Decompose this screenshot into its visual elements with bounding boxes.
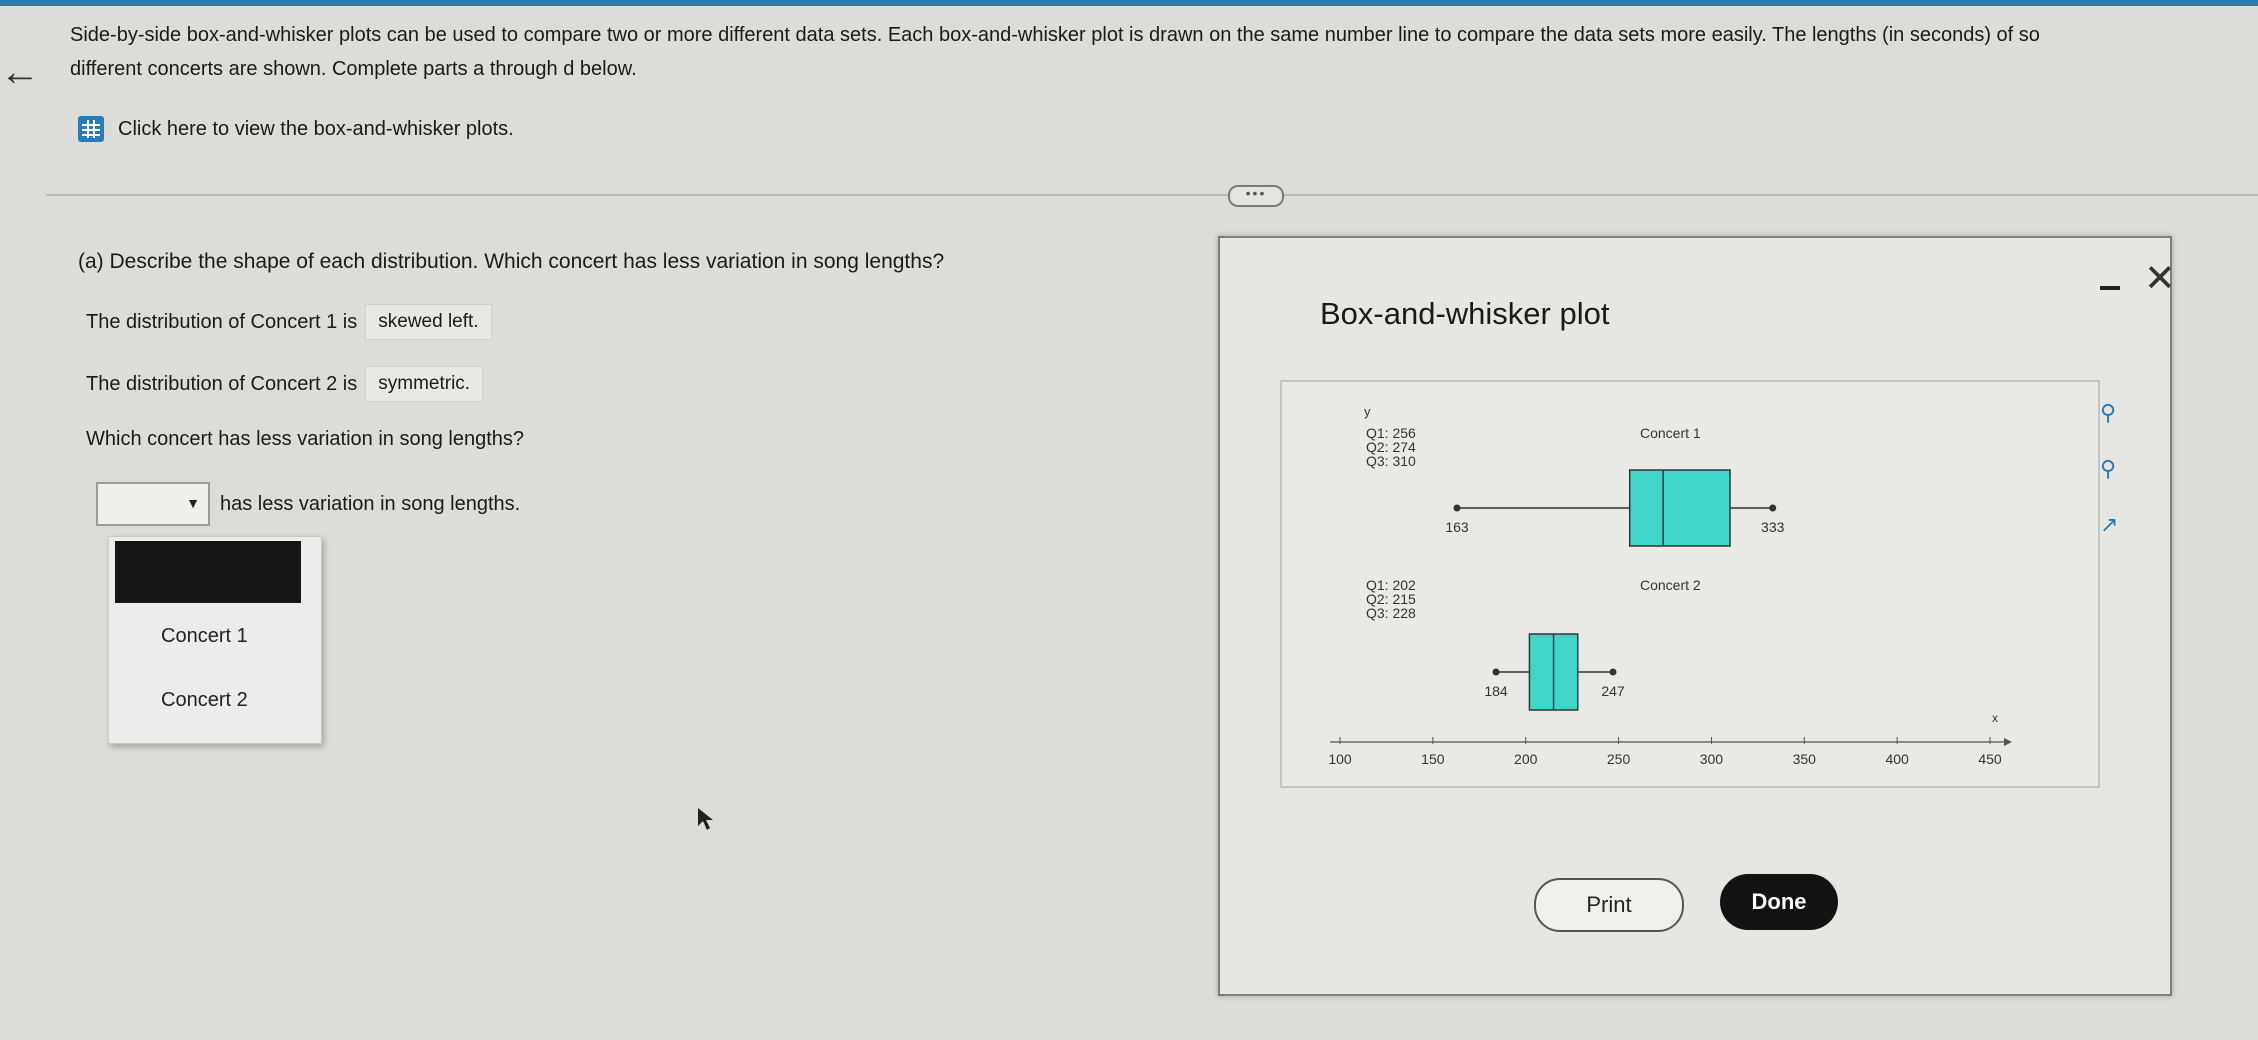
- series-name-label: Concert 1: [1640, 425, 1701, 441]
- y-axis-label: y: [1364, 404, 1371, 419]
- min-point: [1492, 668, 1500, 676]
- variation-answer-suffix: has less variation in song lengths.: [220, 492, 521, 515]
- x-tick-label: 350: [1793, 751, 1817, 767]
- variation-question: Which concert has less variation in song…: [86, 428, 524, 451]
- variation-question-text: Which concert has less variation in song…: [86, 428, 525, 450]
- x-axis-arrow: [2004, 738, 2012, 746]
- x-tick-label: 300: [1700, 751, 1724, 767]
- x-tick-label: 200: [1514, 751, 1538, 767]
- question-a: (a) Describe the shape of each distribut…: [78, 250, 945, 273]
- x-tick-label: 150: [1421, 751, 1445, 767]
- concert2-shape-answer[interactable]: symmetric.: [365, 366, 484, 402]
- external-open-icon[interactable]: ↗: [2100, 512, 2118, 538]
- boxplot-dialog: ✕ Box-and-whisker plot y x 100 150 200 250 300…: [1218, 236, 2176, 996]
- x-tick-label: 100: [1328, 751, 1352, 767]
- back-arrow-icon[interactable]: ←: [0, 52, 40, 92]
- max-point: [1609, 668, 1617, 676]
- mouse-cursor-icon: [696, 806, 716, 837]
- boxplot-chart: yx100 150 200 250 300 350 400 450Q1: 256Q2: 274…: [1328, 404, 2012, 767]
- done-button[interactable]: Done: [1720, 874, 1838, 930]
- zoom-out-icon[interactable]: ⚲: [2100, 456, 2116, 482]
- min-point: [1453, 504, 1461, 512]
- max-point: [1769, 504, 1777, 512]
- boxplot-panel: y x 100 150 200 250 300 350 400 450 Q1: 256 Q2: 274…: [1280, 380, 2118, 788]
- dropdown-menu: Concert 1 Concert 2: [108, 536, 322, 744]
- concert1-shape-row: The distribution of Concert 1 is skewed …: [86, 304, 492, 340]
- section-divider: [46, 194, 2258, 196]
- intro-text: Side-by-side box-and-whisker plots can b…: [70, 24, 2040, 80]
- dropdown-option-concert-2[interactable]: Concert 2: [161, 689, 248, 712]
- print-button[interactable]: Print: [1534, 878, 1684, 932]
- max-label: 333: [1761, 519, 1785, 535]
- table-icon: [78, 116, 104, 142]
- min-label: 184: [1484, 683, 1508, 699]
- max-label: 247: [1601, 683, 1625, 699]
- iqr-box: [1628, 469, 1731, 547]
- concert1-shape-answer[interactable]: skewed left.: [365, 304, 492, 340]
- series-name-label: Concert 2: [1640, 577, 1701, 593]
- close-icon[interactable]: ✕: [2144, 260, 2176, 298]
- x-tick-label: 250: [1607, 751, 1631, 767]
- x-axis-label: x: [1992, 711, 1998, 725]
- view-plots-link[interactable]: Click here to view the box-and-whisker p…: [78, 116, 514, 142]
- concert1-shape-label: The distribution of Concert 1 is: [86, 310, 358, 333]
- dropdown-highlight-option[interactable]: [115, 541, 301, 603]
- min-label: 163: [1445, 519, 1469, 535]
- dialog-title: Box-and-whisker plot: [1320, 296, 1610, 331]
- dropdown-option-concert-1[interactable]: Concert 1: [161, 625, 248, 648]
- concert2-shape-row: The distribution of Concert 2 is symmetr…: [86, 366, 484, 402]
- variation-dropdown[interactable]: ▼: [96, 482, 210, 526]
- dropdown-arrow-icon: ▼: [186, 495, 200, 511]
- top-accent-bar: [0, 0, 2258, 6]
- x-tick-label: 400: [1885, 751, 1909, 767]
- concert2-shape-label: The distribution of Concert 2 is: [86, 372, 358, 395]
- zoom-in-icon[interactable]: ⚲: [2100, 400, 2116, 426]
- q3-label: Q3: 310: [1366, 453, 1416, 469]
- variation-answer-row: ▼ has less variation in song lengths.: [96, 482, 520, 526]
- q3-label: Q3: 228: [1366, 605, 1416, 621]
- minimize-icon[interactable]: [2100, 286, 2120, 290]
- view-plots-link-text[interactable]: Click here to view the box-and-whisker p…: [118, 118, 514, 141]
- more-options-button[interactable]: •••: [1228, 185, 1284, 207]
- x-tick-label: 450: [1978, 751, 2002, 767]
